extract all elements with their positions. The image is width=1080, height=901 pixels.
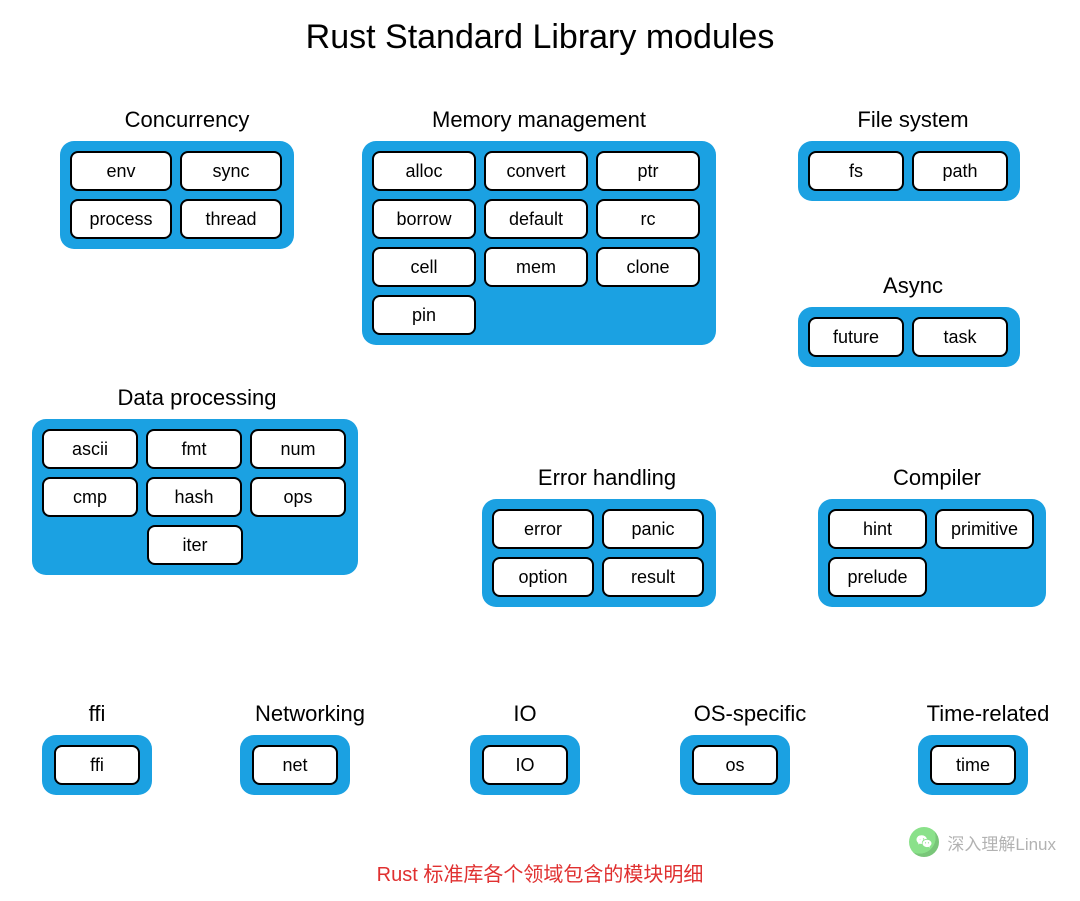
watermark: 深入理解Linux bbox=[909, 827, 1056, 857]
module-hint: hint bbox=[828, 509, 927, 549]
group-data-processing: Data processing ascii fmt num cmp hash o… bbox=[32, 385, 362, 575]
group-box-data-processing: ascii fmt num cmp hash ops iter bbox=[32, 419, 358, 575]
group-error-handling: Error handling error panic option result bbox=[482, 465, 732, 607]
group-box-concurrency: env sync process thread bbox=[60, 141, 294, 249]
module-thread: thread bbox=[180, 199, 282, 239]
module-mem: mem bbox=[484, 247, 588, 287]
module-iter: iter bbox=[147, 525, 243, 565]
group-label-data-processing: Data processing bbox=[32, 385, 362, 419]
group-os-specific: OS-specific os bbox=[680, 701, 820, 795]
module-primitive: primitive bbox=[935, 509, 1034, 549]
module-os: os bbox=[692, 745, 778, 785]
group-concurrency: Concurrency env sync process thread bbox=[60, 107, 314, 249]
caption: Rust 标准库各个领域包含的模块明细 bbox=[0, 858, 1080, 887]
group-box-async: future task bbox=[798, 307, 1020, 367]
watermark-text: 深入理解Linux bbox=[947, 830, 1056, 855]
module-result: result bbox=[602, 557, 704, 597]
group-label-async: Async bbox=[798, 273, 1028, 307]
module-panic: panic bbox=[602, 509, 704, 549]
group-box-os-specific: os bbox=[680, 735, 790, 795]
group-box-time-related: time bbox=[918, 735, 1028, 795]
module-alloc: alloc bbox=[372, 151, 476, 191]
module-num: num bbox=[250, 429, 346, 469]
module-cmp: cmp bbox=[42, 477, 138, 517]
group-async: Async future task bbox=[798, 273, 1028, 367]
module-fmt: fmt bbox=[146, 429, 242, 469]
group-label-compiler: Compiler bbox=[818, 465, 1056, 499]
module-process: process bbox=[70, 199, 172, 239]
module-fs: fs bbox=[808, 151, 904, 191]
diagram-canvas: Concurrency env sync process thread Memo… bbox=[0, 85, 1080, 845]
group-box-compiler: hint primitive prelude bbox=[818, 499, 1046, 607]
group-label-time-related: Time-related bbox=[918, 701, 1058, 735]
group-label-memory: Memory management bbox=[362, 107, 716, 141]
module-io: IO bbox=[482, 745, 568, 785]
module-net: net bbox=[252, 745, 338, 785]
module-default: default bbox=[484, 199, 588, 239]
module-convert: convert bbox=[484, 151, 588, 191]
group-label-ffi: ffi bbox=[42, 701, 152, 735]
module-hash: hash bbox=[146, 477, 242, 517]
group-label-networking: Networking bbox=[240, 701, 380, 735]
group-label-io: IO bbox=[470, 701, 580, 735]
module-ffi: ffi bbox=[54, 745, 140, 785]
module-error: error bbox=[492, 509, 594, 549]
group-box-memory: alloc convert ptr borrow default rc cell… bbox=[362, 141, 716, 345]
module-rc: rc bbox=[596, 199, 700, 239]
group-label-os-specific: OS-specific bbox=[680, 701, 820, 735]
group-ffi: ffi ffi bbox=[42, 701, 152, 795]
module-ops: ops bbox=[250, 477, 346, 517]
group-box-filesystem: fs path bbox=[798, 141, 1020, 201]
group-label-filesystem: File system bbox=[798, 107, 1028, 141]
module-pin: pin bbox=[372, 295, 476, 335]
group-networking: Networking net bbox=[240, 701, 380, 795]
module-ascii: ascii bbox=[42, 429, 138, 469]
module-clone: clone bbox=[596, 247, 700, 287]
module-prelude: prelude bbox=[828, 557, 927, 597]
group-label-concurrency: Concurrency bbox=[60, 107, 314, 141]
module-cell: cell bbox=[372, 247, 476, 287]
module-env: env bbox=[70, 151, 172, 191]
group-box-ffi: ffi bbox=[42, 735, 152, 795]
group-label-error-handling: Error handling bbox=[482, 465, 732, 499]
group-filesystem: File system fs path bbox=[798, 107, 1028, 201]
module-task: task bbox=[912, 317, 1008, 357]
group-box-networking: net bbox=[240, 735, 350, 795]
module-sync: sync bbox=[180, 151, 282, 191]
diagram-title: Rust Standard Library modules bbox=[0, 0, 1080, 85]
module-option: option bbox=[492, 557, 594, 597]
module-path: path bbox=[912, 151, 1008, 191]
group-compiler: Compiler hint primitive prelude bbox=[818, 465, 1056, 607]
group-box-error-handling: error panic option result bbox=[482, 499, 716, 607]
group-memory: Memory management alloc convert ptr borr… bbox=[362, 107, 716, 345]
group-time-related: Time-related time bbox=[918, 701, 1058, 795]
wechat-icon bbox=[909, 827, 939, 857]
module-ptr: ptr bbox=[596, 151, 700, 191]
group-io: IO IO bbox=[470, 701, 580, 795]
module-borrow: borrow bbox=[372, 199, 476, 239]
group-box-io: IO bbox=[470, 735, 580, 795]
module-future: future bbox=[808, 317, 904, 357]
module-time: time bbox=[930, 745, 1016, 785]
